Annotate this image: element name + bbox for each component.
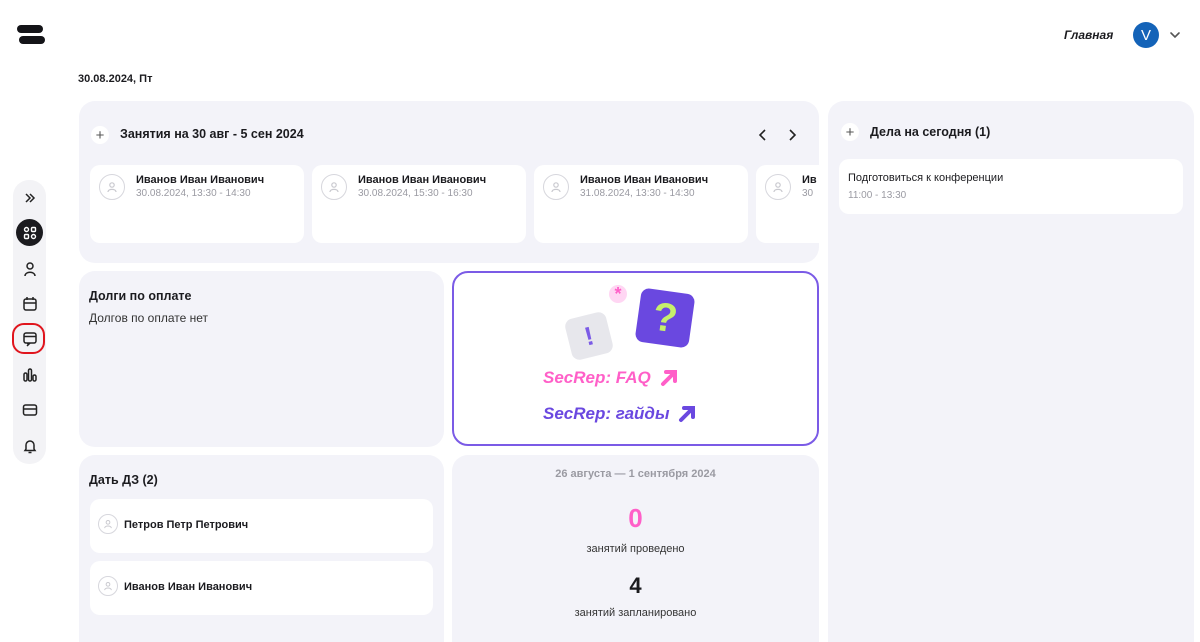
- lessons-done-label: занятий проведено: [586, 543, 685, 555]
- question-icon: ?: [634, 287, 696, 349]
- debts-title: Долги по оплате: [89, 289, 192, 303]
- lessons-planned-label: занятий запланировано: [574, 607, 697, 619]
- lesson-student-name: Иванов Иван Иванович: [358, 174, 487, 186]
- lesson-time: 30.08.2024, 15:30 - 16:30: [358, 188, 473, 199]
- user-icon: [765, 174, 791, 200]
- lessons-done-value: 0: [628, 503, 643, 533]
- debts-panel: Долги по оплате Долгов по оплате нет: [79, 271, 444, 447]
- chevron-down-icon[interactable]: [1168, 28, 1182, 42]
- lesson-card[interactable]: Иванов Иван Иванович 30.08.2024, 15:30 - …: [312, 165, 526, 243]
- lesson-student-name: Иванов Иван Иванович: [136, 174, 265, 186]
- next-week-icon[interactable]: [786, 128, 798, 142]
- user-icon: [98, 576, 118, 596]
- faq-label: SecRep: FAQ: [543, 368, 651, 387]
- app-logo[interactable]: [17, 25, 45, 45]
- lessons-planned-value: 4: [629, 573, 642, 598]
- arrow-up-right-icon: [660, 370, 677, 386]
- user-icon: [99, 174, 125, 200]
- lesson-time: 30.08.2024, 13:30 - 14:30: [136, 188, 251, 199]
- prev-week-icon[interactable]: [757, 128, 769, 142]
- homework-student-item[interactable]: Петров Петр Петрович: [90, 499, 433, 553]
- lesson-student-name: Иванов Иван Иванович: [580, 174, 709, 186]
- asterisk-icon: *: [609, 284, 627, 304]
- lesson-student-name: Ив: [802, 174, 817, 186]
- students-icon[interactable]: [16, 255, 43, 282]
- notifications-bell-icon[interactable]: [16, 432, 43, 459]
- todos-title: Дела на сегодня (1): [870, 125, 991, 139]
- analytics-icon[interactable]: [16, 361, 43, 388]
- add-lesson-icon[interactable]: +: [91, 126, 109, 144]
- guides-link[interactable]: SecRep: гайды: [543, 404, 697, 424]
- homework-student-name: Петров Петр Петрович: [124, 519, 249, 531]
- homework-title: Дать ДЗ (2): [89, 473, 158, 487]
- homework-student-item[interactable]: Иванов Иван Иванович: [90, 561, 433, 615]
- lesson-card[interactable]: Иванов Иван Иванович 31.08.2024, 13:30 - …: [534, 165, 748, 243]
- help-promo-panel: ! * ? SecRep: FAQ SecRep: гайды: [452, 271, 819, 446]
- faq-link[interactable]: SecRep: FAQ: [543, 368, 679, 388]
- homework-student-name: Иванов Иван Иванович: [124, 581, 253, 593]
- user-avatar[interactable]: V: [1133, 22, 1159, 48]
- weekly-stats-panel: 26 августа — 1 сентября 2024 0 занятий п…: [452, 455, 819, 642]
- dashboard-icon[interactable]: [16, 219, 43, 246]
- todo-time: 11:00 - 13:30: [848, 190, 907, 201]
- lesson-card[interactable]: Ив 30: [756, 165, 819, 243]
- user-icon: [98, 514, 118, 534]
- lessons-board-icon[interactable]: [16, 325, 43, 352]
- guides-label: SecRep: гайды: [543, 404, 670, 423]
- current-date: 30.08.2024, Пт: [78, 73, 153, 85]
- payment-card-icon[interactable]: [16, 396, 43, 423]
- lessons-title: Занятия на 30 авг - 5 сен 2024: [120, 127, 304, 141]
- add-todo-icon[interactable]: +: [841, 123, 859, 141]
- homework-panel: Дать ДЗ (2) Петров Петр Петрович Иванов …: [79, 455, 444, 642]
- todos-panel: + Дела на сегодня (1) Подготовиться к ко…: [828, 101, 1194, 642]
- user-icon: [543, 174, 569, 200]
- sidebar: [12, 180, 46, 464]
- lesson-time: 31.08.2024, 13:30 - 14:30: [580, 188, 695, 199]
- user-icon: [321, 174, 347, 200]
- arrow-up-right-icon: [679, 406, 696, 422]
- expand-sidebar-icon[interactable]: [16, 184, 43, 211]
- calendar-icon[interactable]: [16, 290, 43, 317]
- todo-item[interactable]: Подготовиться к конференции 11:00 - 13:3…: [839, 159, 1183, 214]
- lesson-time: 30: [802, 188, 814, 199]
- lessons-panel: + Занятия на 30 авг - 5 сен 2024 Иванов …: [79, 101, 819, 263]
- todo-title: Подготовиться к конференции: [848, 172, 1004, 184]
- debts-empty-text: Долгов по оплате нет: [89, 311, 209, 325]
- lesson-card[interactable]: Иванов Иван Иванович 30.08.2024, 13:30 - …: [90, 165, 304, 243]
- exclamation-icon: !: [563, 310, 615, 362]
- home-link[interactable]: Главная: [1064, 28, 1113, 42]
- stats-period: 26 августа — 1 сентября 2024: [555, 468, 716, 480]
